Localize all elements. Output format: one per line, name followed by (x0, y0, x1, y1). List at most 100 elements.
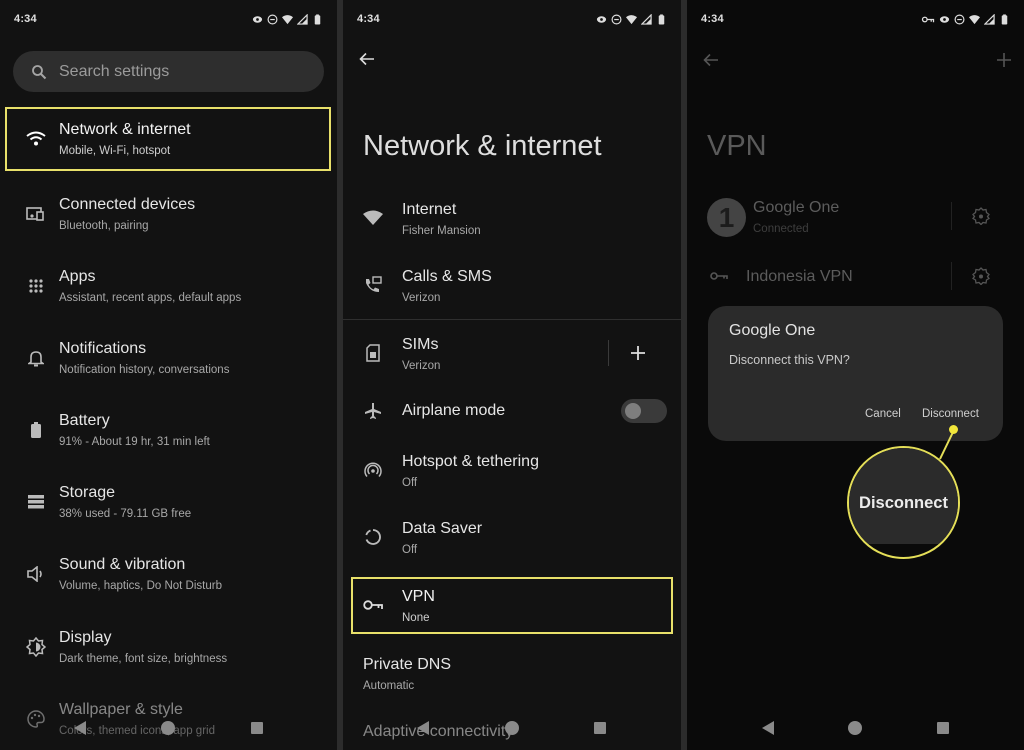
wifi-icon (361, 206, 385, 230)
item-subtitle: Off (402, 544, 418, 556)
bell-icon (24, 346, 48, 370)
eye-icon (939, 15, 950, 23)
network-item-airplane-mode[interactable]: Airplane mode (343, 393, 681, 429)
settings-item-network-internet[interactable]: Network & internet Mobile, Wi-Fi, hotspo… (5, 107, 331, 171)
nav-recents-button[interactable] (937, 722, 949, 734)
item-subtitle: Mobile, Wi-Fi, hotspot (59, 144, 171, 157)
battery-status-icon (314, 13, 321, 25)
brightness-icon (24, 635, 48, 659)
item-title: Hotspot & tethering (402, 453, 539, 470)
settings-item-notifications[interactable]: Notifications Notification history, conv… (0, 326, 337, 390)
item-title: Connected devices (59, 196, 196, 213)
key-icon (361, 593, 385, 617)
item-title: Storage (59, 484, 116, 501)
add-sim-button[interactable] (630, 345, 646, 361)
cell-signal-icon (641, 13, 652, 25)
back-arrow-icon[interactable] (703, 53, 719, 67)
item-title: Internet (402, 201, 457, 218)
network-internet-panel: 4:34 Network & internet Internet Fisher … (343, 0, 681, 750)
airplane-mode-toggle[interactable] (621, 399, 667, 423)
vpn-name: Google One (753, 199, 840, 216)
nav-recents-button[interactable] (594, 722, 606, 734)
network-item-data-saver[interactable]: Data Saver Off (343, 507, 681, 567)
cell-signal-icon (984, 13, 995, 25)
nav-back-button[interactable] (417, 721, 429, 735)
settings-item-battery[interactable]: Battery 91% - About 19 hr, 31 min left (0, 398, 337, 462)
item-subtitle: Volume, haptics, Do Not Disturb (59, 580, 222, 592)
vertical-divider (608, 340, 609, 366)
network-item-hotspot-tethering[interactable]: Hotspot & tethering Off (343, 440, 681, 500)
status-time: 4:34 (701, 13, 724, 25)
vertical-divider (951, 262, 952, 290)
search-icon (32, 64, 47, 79)
toggle-knob (625, 403, 641, 419)
status-bar: 4:34 (701, 10, 1010, 28)
status-icons (596, 13, 667, 25)
nav-back-button[interactable] (74, 721, 86, 735)
nav-home-button[interactable] (161, 721, 175, 735)
gear-icon[interactable] (972, 267, 990, 285)
nav-home-button[interactable] (848, 721, 862, 735)
item-title: Calls & SMS (402, 268, 492, 285)
network-item-vpn[interactable]: VPN None (351, 577, 673, 634)
nav-back-button[interactable] (762, 721, 774, 735)
item-subtitle: None (402, 612, 430, 624)
vpn-key-status-icon (921, 16, 935, 22)
network-item-private-dns[interactable]: Private DNS Automatic (343, 643, 681, 703)
battery-icon (24, 418, 48, 442)
nav-home-button[interactable] (505, 721, 519, 735)
callout-disconnect-label: Disconnect (859, 494, 948, 512)
navigation-bar (687, 714, 1024, 742)
dialog-title: Google One (729, 322, 816, 339)
callout-magnifier: Disconnect (847, 446, 960, 559)
settings-item-connected-devices[interactable]: Connected devices Bluetooth, pairing (0, 182, 337, 246)
dialog-message: Disconnect this VPN? (729, 353, 850, 367)
search-placeholder: Search settings (59, 62, 170, 80)
network-item-internet[interactable]: Internet Fisher Mansion (343, 188, 681, 248)
item-title: VPN (402, 588, 435, 605)
add-vpn-button[interactable] (996, 52, 1012, 68)
search-settings-input[interactable]: Search settings (13, 51, 324, 92)
vpn-name: Indonesia VPN (746, 268, 853, 285)
settings-item-storage[interactable]: Storage 38% used - 79.11 GB free (0, 470, 337, 534)
vpn-panel: 4:34 VPN 1 Google One Connected Indonesi… (687, 0, 1024, 750)
speaker-icon (24, 562, 48, 586)
item-title: Apps (59, 268, 96, 285)
item-subtitle: Verizon (402, 292, 441, 304)
cell-signal-icon (297, 13, 308, 25)
item-subtitle: 38% used - 79.11 GB free (59, 508, 192, 520)
eye-icon (252, 15, 263, 23)
wifi-status-icon (626, 14, 637, 24)
item-title: Airplane mode (402, 402, 506, 419)
item-title: Battery (59, 412, 110, 429)
navigation-bar (343, 714, 681, 742)
disconnect-button[interactable]: Disconnect (922, 408, 979, 420)
item-subtitle: 91% - About 19 hr, 31 min left (59, 436, 210, 448)
data-saver-icon (361, 525, 385, 549)
item-subtitle: Assistant, recent apps, default apps (59, 292, 242, 304)
item-title: Network & internet (59, 120, 191, 138)
back-arrow-icon[interactable] (359, 52, 375, 66)
disconnect-vpn-dialog: Google One Disconnect this VPN? Cancel D… (708, 306, 1003, 441)
nav-recents-button[interactable] (251, 722, 263, 734)
status-icons (252, 13, 323, 25)
item-subtitle: Fisher Mansion (402, 225, 481, 237)
status-icons (921, 13, 1010, 25)
item-title: SIMs (402, 336, 439, 353)
status-time: 4:34 (357, 13, 380, 25)
network-item-calls-sms[interactable]: Calls & SMS Verizon (343, 255, 681, 315)
vpn-status: Connected (753, 223, 809, 235)
settings-item-sound-vibration[interactable]: Sound & vibration Volume, haptics, Do No… (0, 542, 337, 606)
sim-icon (361, 341, 385, 365)
cancel-button[interactable]: Cancel (865, 408, 901, 420)
status-time: 4:34 (14, 13, 37, 25)
do-not-disturb-icon (611, 14, 622, 24)
settings-item-display[interactable]: Display Dark theme, font size, brightnes… (0, 615, 337, 679)
settings-item-apps[interactable]: Apps Assistant, recent apps, default app… (0, 254, 337, 318)
gear-icon[interactable] (972, 207, 990, 225)
item-title: Private DNS (363, 656, 452, 673)
vertical-divider (951, 202, 952, 230)
battery-status-icon (1001, 13, 1008, 25)
item-title: Sound & vibration (59, 556, 186, 573)
status-bar: 4:34 (14, 10, 323, 28)
